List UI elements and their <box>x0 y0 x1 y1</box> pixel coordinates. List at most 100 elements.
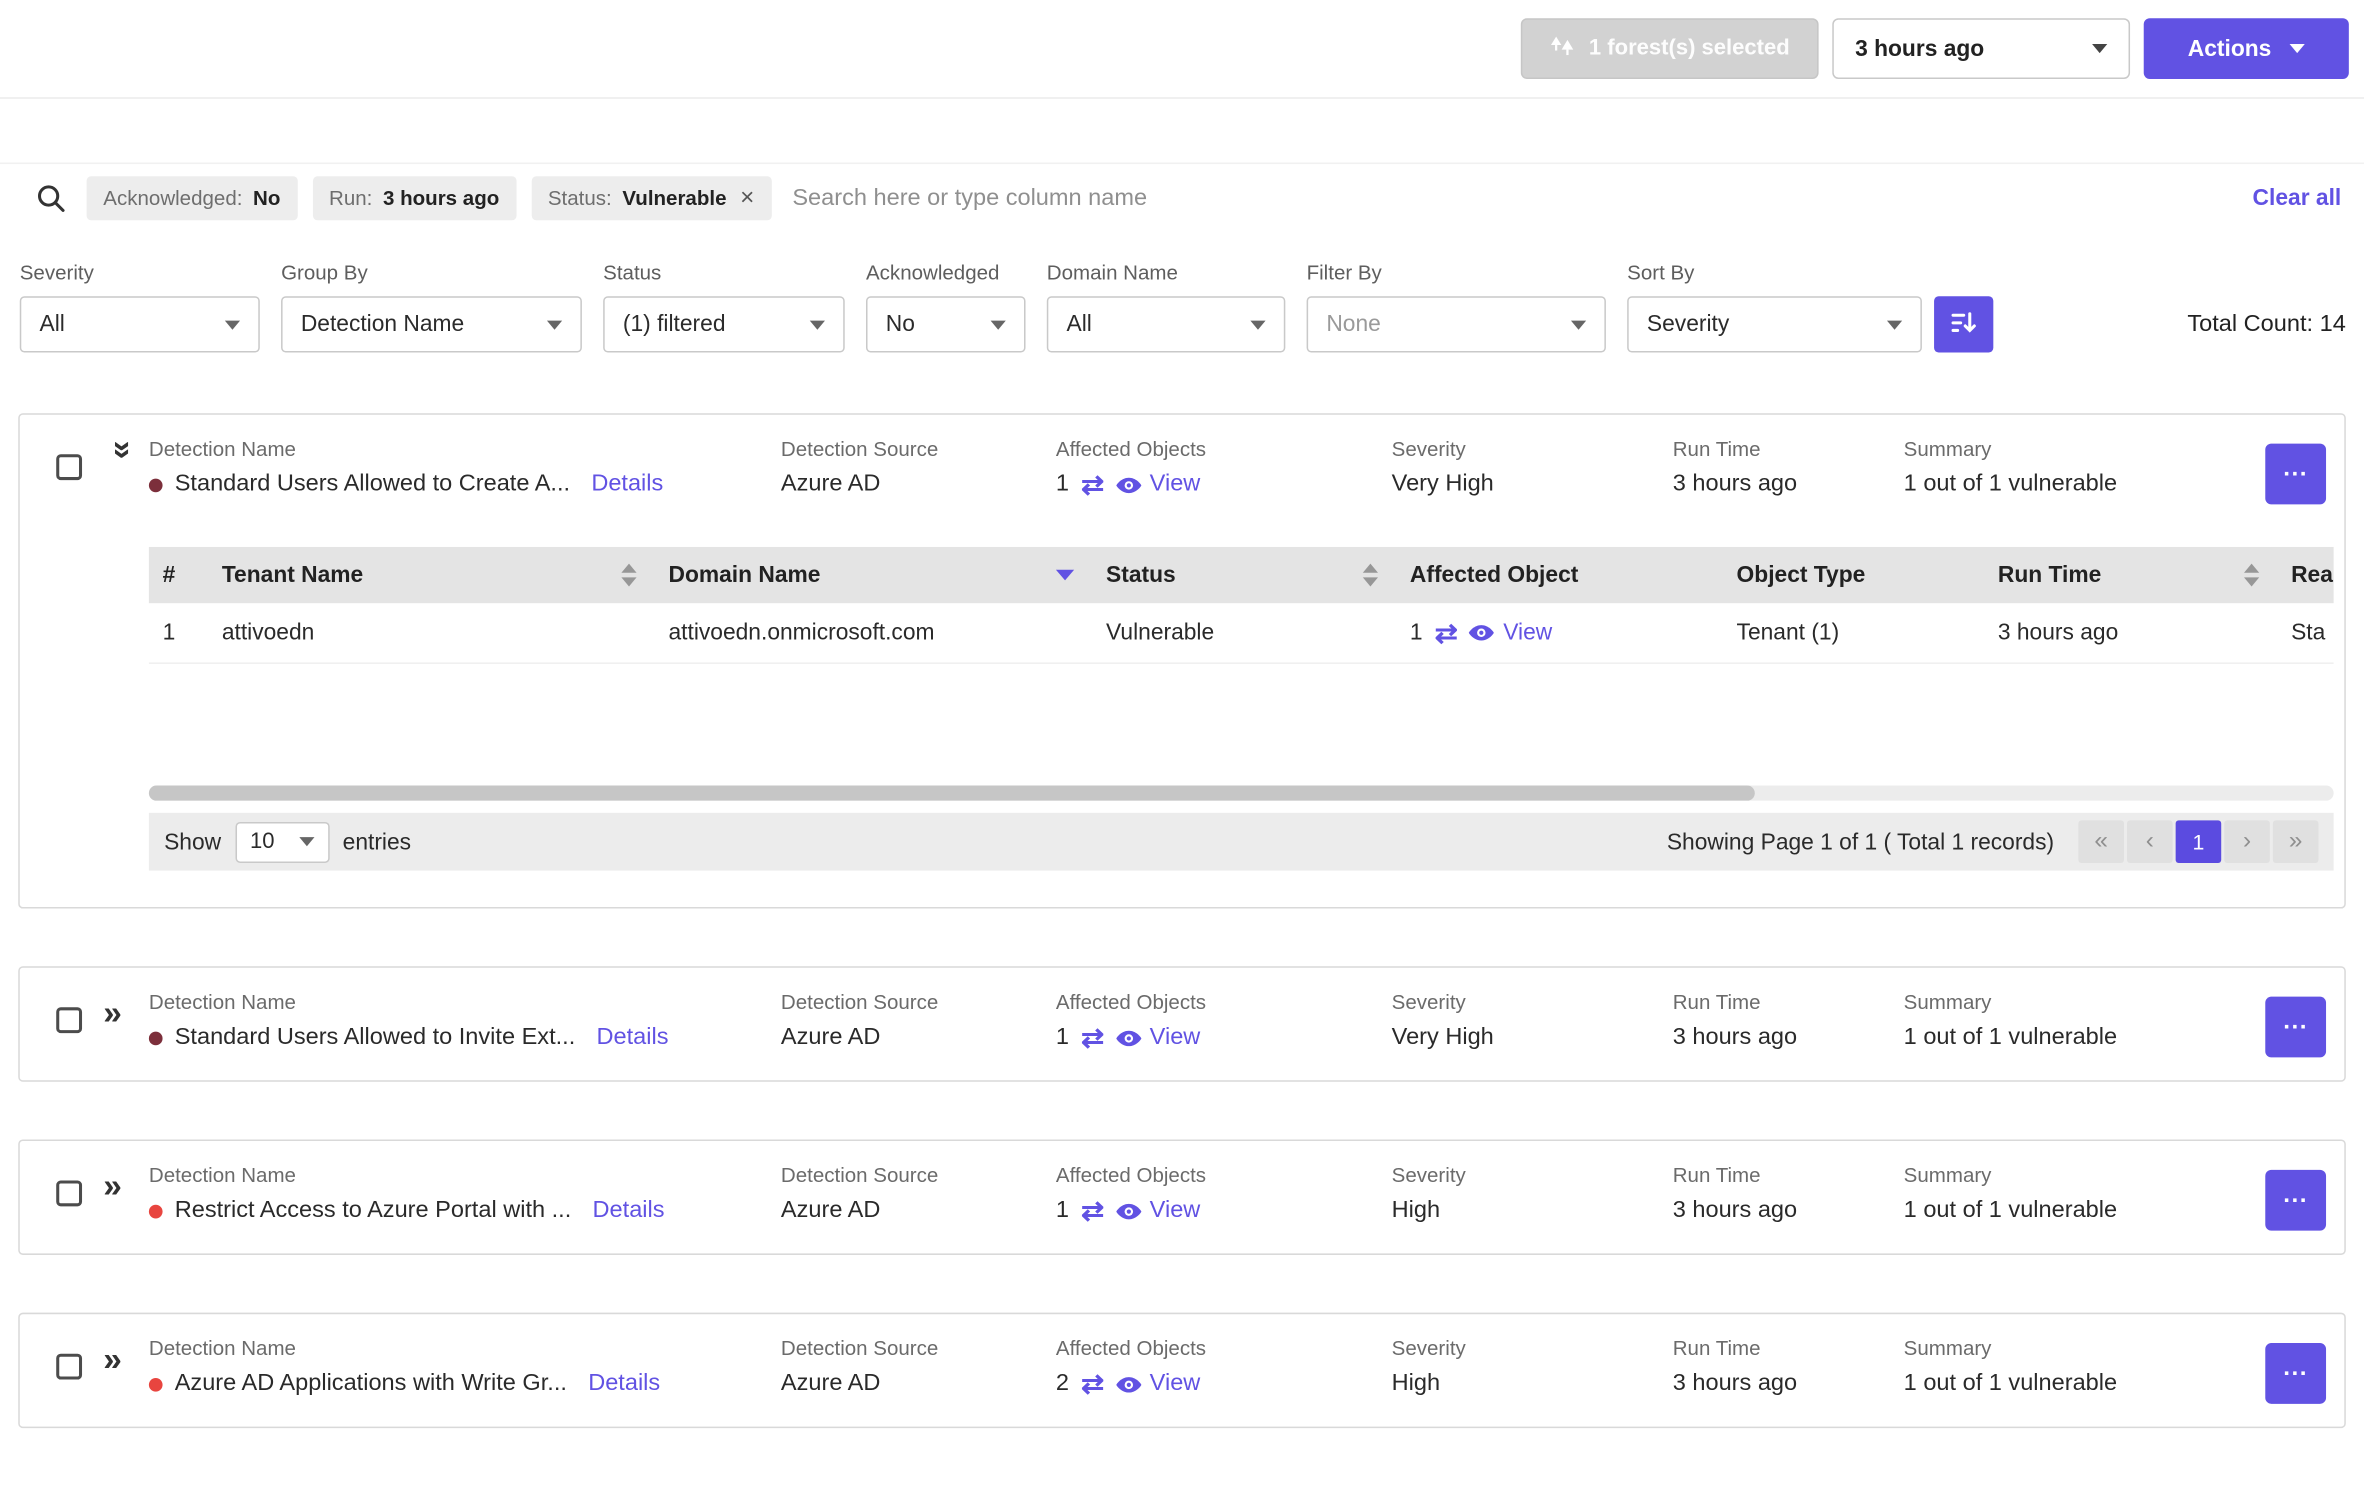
clear-all-link[interactable]: Clear all <box>2253 185 2342 211</box>
collapse-chevron-icon[interactable]: » <box>105 441 143 481</box>
page-number-button[interactable]: 1 <box>2175 820 2222 863</box>
details-link[interactable]: Details <box>597 1024 669 1051</box>
view-link[interactable]: View <box>1503 620 1552 646</box>
run-time-value: 3 hours ago <box>1672 1197 1798 1224</box>
row-checkbox[interactable] <box>56 1353 83 1380</box>
time-range-select[interactable]: 3 hours ago <box>1832 18 2131 80</box>
first-page-button[interactable]: « <box>2078 820 2124 863</box>
col-header-run-time[interactable]: Run Time <box>1984 547 2277 603</box>
forest-selected-button[interactable]: 1 forest(s) selected <box>1520 18 1819 80</box>
actions-label: Actions <box>2187 35 2272 62</box>
cell-num: 1 <box>162 619 176 646</box>
time-range-value: 3 hours ago <box>1855 35 1985 62</box>
pagination: « ‹ 1 › » <box>2078 820 2319 863</box>
row-menu-button[interactable]: ... <box>2265 1169 2327 1231</box>
toolbar-actions: 1 forest(s) selected 3 hours ago Actions <box>1520 18 2349 80</box>
page-size-select[interactable]: 10 <box>234 821 329 863</box>
scrollbar-thumb[interactable] <box>148 785 1755 801</box>
col-header-clipped: Rea <box>2291 562 2333 588</box>
affected-count: 1 <box>1055 1024 1070 1050</box>
sort-icons[interactable] <box>621 563 637 587</box>
severity-select[interactable]: All <box>19 296 260 353</box>
detection-name: Azure AD Applications with Write Gr... <box>174 1370 567 1397</box>
chip-close-icon[interactable]: × <box>740 185 754 212</box>
detection-card-expanded: » Detection Name Standard Users Allowed … <box>18 413 2346 909</box>
select-value: None <box>1326 311 1381 338</box>
col-header-status[interactable]: Status <box>1092 547 1396 603</box>
col-header-tenant[interactable]: Tenant Name <box>208 547 655 603</box>
swap-icon[interactable]: ⇄ <box>1081 1197 1104 1224</box>
summary-col: Summary 1 out of 1 vulnerable <box>1904 1164 2223 1225</box>
search-input[interactable] <box>792 184 2235 212</box>
detection-source-label: Detection Source <box>780 1163 939 1187</box>
forest-icon <box>1549 34 1575 63</box>
col-header-object-type: Object Type <box>1736 562 1866 588</box>
swap-icon[interactable]: ⇄ <box>1081 1024 1104 1051</box>
filter-label: Status <box>603 261 662 285</box>
chip-label: Status: <box>547 186 612 210</box>
filter-label: Severity <box>19 261 94 285</box>
acknowledged-select[interactable]: No <box>866 296 1026 353</box>
swap-icon[interactable]: ⇄ <box>1081 471 1104 498</box>
page-size-value: 10 <box>249 829 275 854</box>
search-bar: Acknowledged: No Run: 3 hours ago Status… <box>0 162 2364 233</box>
filter-acknowledged: Acknowledged No <box>866 261 1026 353</box>
view-link[interactable]: View <box>1150 471 1201 498</box>
col-header-domain[interactable]: Domain Name <box>655 547 1093 603</box>
swap-icon[interactable]: ⇄ <box>1081 1370 1104 1397</box>
chip-label: Acknowledged: <box>103 186 243 210</box>
caret-down-icon <box>809 319 825 329</box>
last-page-button[interactable]: » <box>2272 820 2319 863</box>
domain-name-select[interactable]: All <box>1046 296 1286 353</box>
view-link[interactable]: View <box>1150 1024 1201 1051</box>
details-link[interactable]: Details <box>593 1197 665 1224</box>
row-menu-button[interactable]: ... <box>2265 996 2327 1058</box>
group-by-select[interactable]: Detection Name <box>281 296 582 353</box>
view-link[interactable]: View <box>1150 1370 1201 1397</box>
row-checkbox[interactable] <box>56 454 83 481</box>
filter-status: Status (1) filtered <box>603 261 845 353</box>
severity-value: High <box>1391 1370 1441 1397</box>
detection-source-value: Azure AD <box>780 1370 881 1397</box>
detection-card: » Detection Name Azure AD Applications w… <box>18 1312 2346 1429</box>
expand-chevron-icon[interactable]: » <box>103 1342 143 1376</box>
caret-down-icon <box>2092 44 2108 54</box>
table-header-row: # Tenant Name Domain Name Status Affecte… <box>148 546 2334 604</box>
expand-chevron-icon[interactable]: » <box>103 996 143 1030</box>
cell-affected: 1 ⇄ View <box>1396 603 1723 662</box>
sort-icons[interactable] <box>1362 563 1379 587</box>
status-select[interactable]: (1) filtered <box>603 296 845 353</box>
ellipsis-icon: ... <box>2283 455 2309 482</box>
row-menu-button[interactable]: ... <box>2265 443 2327 505</box>
filter-label: Domain Name <box>1046 261 1178 285</box>
total-count: Total Count: 14 <box>2187 311 2346 338</box>
details-link[interactable]: Details <box>591 471 663 498</box>
sorted-desc-icon[interactable] <box>1055 569 1075 581</box>
next-page-button[interactable]: › <box>2224 820 2270 863</box>
filter-chip-run[interactable]: Run: 3 hours ago <box>312 176 516 221</box>
horizontal-scrollbar[interactable] <box>148 785 2334 801</box>
cell-object-type: Tenant (1) <box>1736 619 1840 646</box>
filter-by: Filter By None <box>1306 261 1606 353</box>
detection-source-col: Detection Source Azure AD <box>781 991 1056 1052</box>
filter-chip-status[interactable]: Status: Vulnerable × <box>531 176 772 221</box>
sort-direction-button[interactable] <box>1934 296 1994 353</box>
row-checkbox[interactable] <box>56 1007 83 1034</box>
view-link[interactable]: View <box>1150 1197 1201 1224</box>
run-time-label: Run Time <box>1672 1163 1761 1187</box>
sort-icons[interactable] <box>2244 563 2260 587</box>
row-checkbox[interactable] <box>56 1180 83 1207</box>
filter-by-select[interactable]: None <box>1306 296 1606 353</box>
run-time-label: Run Time <box>1672 1336 1761 1360</box>
detection-name: Standard Users Allowed to Invite Ext... <box>174 1024 576 1050</box>
detection-name-label: Detection Name <box>148 437 296 461</box>
select-value: Severity <box>1646 311 1730 338</box>
actions-button[interactable]: Actions <box>2143 18 2349 80</box>
row-menu-button[interactable]: ... <box>2265 1343 2327 1404</box>
swap-icon[interactable]: ⇄ <box>1435 619 1458 646</box>
sort-by-select[interactable]: Severity <box>1627 296 1922 353</box>
filter-chip-acknowledged[interactable]: Acknowledged: No <box>86 176 298 221</box>
details-link[interactable]: Details <box>588 1370 660 1397</box>
expand-chevron-icon[interactable]: » <box>103 1169 143 1203</box>
prev-page-button[interactable]: ‹ <box>2127 820 2173 863</box>
